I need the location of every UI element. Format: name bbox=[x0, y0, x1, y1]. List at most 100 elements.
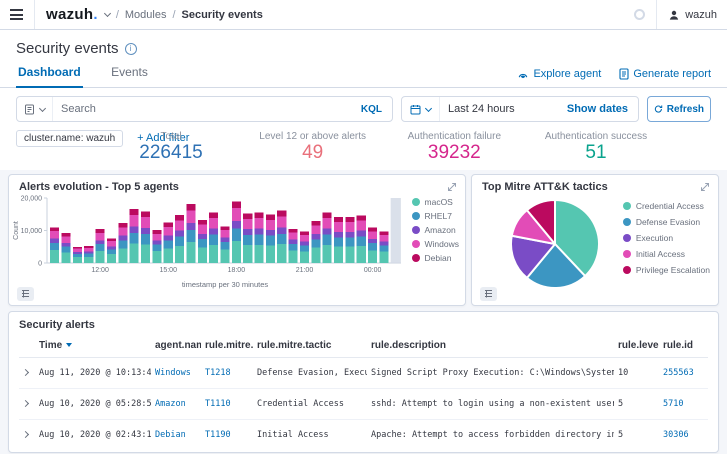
bar-segment-macos[interactable] bbox=[118, 248, 128, 263]
bar-segment-macos[interactable] bbox=[379, 251, 389, 263]
bar-segment-windows[interactable] bbox=[186, 210, 196, 223]
bar-segment-rhel7[interactable] bbox=[345, 237, 355, 247]
bar-segment-windows[interactable] bbox=[140, 216, 151, 228]
wazuh-logo[interactable]: wazuh. bbox=[46, 6, 98, 23]
bar-segment-amazon[interactable] bbox=[379, 241, 389, 246]
bar-segment-amazon[interactable] bbox=[368, 238, 378, 243]
bar-segment-amazon[interactable] bbox=[163, 235, 173, 241]
bar-segment-amazon[interactable] bbox=[254, 228, 264, 235]
bar-segment-rhel7[interactable] bbox=[254, 234, 264, 245]
bar-segment-amazon[interactable] bbox=[356, 230, 366, 237]
bar-segment-amazon[interactable] bbox=[220, 237, 230, 242]
bar-segment-rhel7[interactable] bbox=[334, 237, 344, 247]
legend-item-amazon[interactable]: Amazon bbox=[411, 225, 459, 235]
bar-segment-amazon[interactable] bbox=[197, 233, 207, 239]
bar-segment-rhel7[interactable] bbox=[379, 245, 389, 252]
expand-icon[interactable] bbox=[447, 182, 457, 192]
bar-segment-rhel7[interactable] bbox=[197, 238, 207, 248]
bar-segment-rhel7[interactable] bbox=[277, 233, 287, 244]
bar-segment-windows[interactable] bbox=[345, 221, 355, 232]
bar-segment-windows[interactable] bbox=[163, 226, 173, 236]
bar-segment-macos[interactable] bbox=[50, 249, 60, 263]
bar-segment-debian[interactable] bbox=[322, 212, 332, 218]
show-dates-button[interactable]: Show dates bbox=[567, 103, 638, 115]
bar-segment-debian[interactable] bbox=[209, 212, 219, 218]
bar-segment-amazon[interactable] bbox=[277, 227, 287, 234]
expand-row-icon[interactable] bbox=[21, 430, 30, 438]
bar-segment-macos[interactable] bbox=[152, 250, 162, 263]
bar-segment-amazon[interactable] bbox=[84, 251, 94, 254]
bar-segment-amazon[interactable] bbox=[152, 240, 162, 245]
bar-segment-amazon[interactable] bbox=[265, 229, 275, 236]
bar-segment-amazon[interactable] bbox=[345, 231, 355, 238]
bar-segment-macos[interactable] bbox=[277, 243, 287, 263]
refresh-button[interactable]: Refresh bbox=[647, 96, 711, 122]
bar-segment-windows[interactable] bbox=[265, 219, 275, 230]
bar-segment-rhel7[interactable] bbox=[106, 249, 116, 255]
kql-toggle[interactable]: KQL bbox=[351, 104, 392, 115]
time-range-value[interactable]: Last 24 hours bbox=[440, 103, 567, 115]
rule-id-link[interactable]: 255563 bbox=[659, 357, 708, 388]
bar-segment-windows[interactable] bbox=[254, 217, 264, 229]
bar-segment-macos[interactable] bbox=[368, 250, 378, 263]
bar-segment-debian[interactable] bbox=[50, 227, 60, 231]
bar-segment-debian[interactable] bbox=[356, 215, 366, 221]
bar-segment-macos[interactable] bbox=[231, 240, 241, 263]
bar-segment-debian[interactable] bbox=[186, 203, 196, 211]
bar-segment-amazon[interactable] bbox=[186, 222, 196, 230]
column-header-time[interactable]: Time bbox=[35, 334, 151, 358]
bar-segment-windows[interactable] bbox=[311, 225, 321, 234]
bar-segment-amazon[interactable] bbox=[231, 220, 241, 229]
bar-segment-debian[interactable] bbox=[243, 213, 253, 219]
legend-item-execution[interactable]: Execution bbox=[622, 233, 710, 243]
bar-segment-debian[interactable] bbox=[84, 245, 94, 248]
bar-segment-amazon[interactable] bbox=[140, 227, 151, 234]
bar-segment-rhel7[interactable] bbox=[140, 233, 151, 245]
bar-segment-windows[interactable] bbox=[61, 236, 71, 243]
bar-segment-macos[interactable] bbox=[356, 245, 366, 263]
legend-item-windows[interactable]: Windows bbox=[411, 239, 459, 249]
legend-toggle-button[interactable] bbox=[17, 286, 34, 301]
bar-segment-debian[interactable] bbox=[277, 210, 287, 217]
agent-name-link[interactable]: Debian bbox=[151, 418, 201, 450]
bar-segment-debian[interactable] bbox=[345, 216, 355, 222]
bar-segment-rhel7[interactable] bbox=[50, 242, 60, 250]
bar-segment-macos[interactable] bbox=[84, 256, 94, 263]
column-header-rule-mitre-tactic[interactable]: rule.mitre.tactic bbox=[253, 334, 367, 358]
bar-segment-debian[interactable] bbox=[140, 211, 151, 217]
filter-pill[interactable]: cluster.name: wazuh bbox=[16, 129, 124, 147]
bar-segment-amazon[interactable] bbox=[288, 239, 298, 244]
bar-segment-windows[interactable] bbox=[379, 234, 389, 242]
bar-segment-amazon[interactable] bbox=[299, 241, 310, 246]
bar-segment-macos[interactable] bbox=[61, 252, 71, 263]
bar-segment-rhel7[interactable] bbox=[72, 253, 82, 257]
bar-segment-debian[interactable] bbox=[299, 231, 310, 235]
bar-segment-rhel7[interactable] bbox=[322, 234, 332, 245]
bar-segment-debian[interactable] bbox=[72, 246, 82, 249]
bar-segment-debian[interactable] bbox=[152, 229, 162, 234]
bar-segment-debian[interactable] bbox=[129, 208, 139, 215]
bar-segment-macos[interactable] bbox=[299, 251, 310, 263]
bar-segment-amazon[interactable] bbox=[72, 251, 82, 254]
saved-query-menu[interactable] bbox=[17, 97, 53, 121]
column-header-agent-name[interactable]: agent.name bbox=[151, 334, 201, 358]
column-header-rule-description[interactable]: rule.description bbox=[367, 334, 614, 358]
bar-segment-debian[interactable] bbox=[106, 238, 116, 242]
bar-segment-amazon[interactable] bbox=[106, 246, 116, 250]
bar-segment-macos[interactable] bbox=[95, 250, 105, 263]
bar-segment-amazon[interactable] bbox=[311, 233, 321, 240]
mitre-tactics-pie-chart[interactable] bbox=[503, 195, 607, 299]
bar-segment-debian[interactable] bbox=[95, 228, 105, 233]
agent-name-link[interactable]: Amazon bbox=[151, 387, 201, 420]
bar-segment-windows[interactable] bbox=[288, 232, 298, 240]
bar-segment-amazon[interactable] bbox=[118, 235, 128, 241]
bar-segment-debian[interactable] bbox=[231, 201, 241, 208]
bar-segment-windows[interactable] bbox=[72, 248, 82, 252]
bar-segment-debian[interactable] bbox=[118, 222, 128, 228]
bar-segment-macos[interactable] bbox=[311, 247, 321, 263]
bar-segment-debian[interactable] bbox=[288, 228, 298, 233]
bar-segment-windows[interactable] bbox=[95, 232, 105, 241]
bar-segment-macos[interactable] bbox=[129, 243, 139, 263]
bar-segment-rhel7[interactable] bbox=[368, 242, 378, 251]
bar-segment-debian[interactable] bbox=[61, 232, 71, 237]
